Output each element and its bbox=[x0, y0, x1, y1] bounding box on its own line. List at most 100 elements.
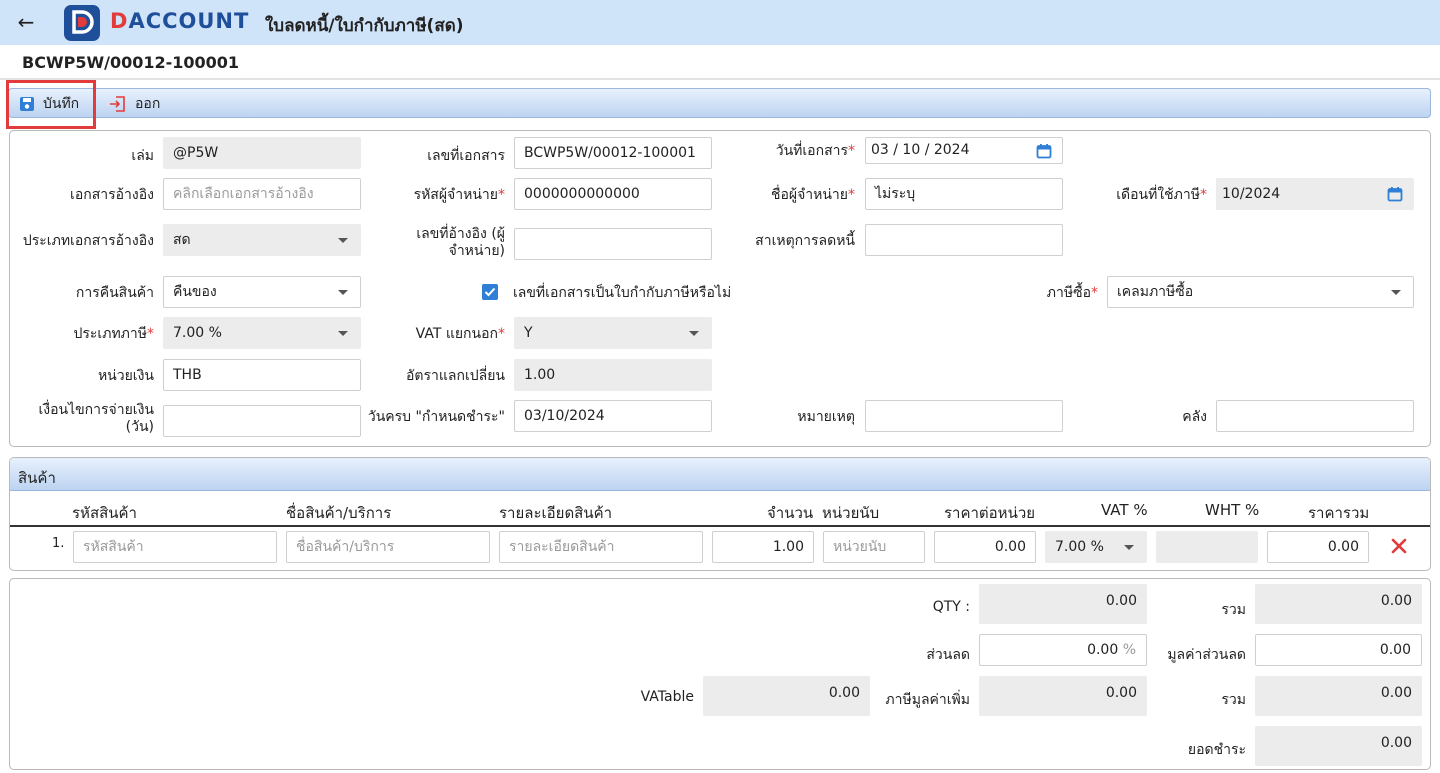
qty-total-field: 0.00 bbox=[979, 584, 1147, 624]
required-mark: * bbox=[1200, 187, 1207, 203]
subtotal-label: รวม bbox=[1221, 602, 1246, 618]
close-icon[interactable] bbox=[1391, 538, 1407, 554]
discount-value-label: มูลค่าส่วนลด bbox=[1167, 647, 1246, 663]
vendor-ref-no-field[interactable] bbox=[514, 228, 712, 260]
row-number: 1. bbox=[52, 536, 65, 551]
products-header: สินค้า bbox=[10, 458, 1430, 491]
vat-select[interactable]: 7.00 % bbox=[1045, 531, 1147, 563]
exchange-rate-field[interactable]: 1.00 bbox=[514, 359, 712, 391]
currency-label: หน่วยเงิน bbox=[97, 368, 154, 384]
column-header: หน่วยนับ bbox=[822, 504, 880, 522]
divider bbox=[0, 78, 1440, 80]
ref-type-value: สด bbox=[173, 232, 191, 248]
exit-icon bbox=[110, 96, 125, 112]
vat-separate-label: VAT แยกนอก* bbox=[350, 326, 505, 343]
logo bbox=[64, 5, 100, 41]
purchase-tax-select[interactable]: เคลมภาษีซื้อ bbox=[1107, 276, 1414, 308]
back-button[interactable]: ← bbox=[12, 10, 40, 36]
total-field: 0.00 bbox=[1255, 676, 1422, 716]
top-bar: ← DACCOUNT ใบลดหนี้/ใบกำกับภาษี(สด) bbox=[0, 0, 1440, 45]
product-name-input[interactable]: ชื่อสินค้า/บริการ bbox=[286, 531, 490, 563]
subtotal-field: 0.00 bbox=[1255, 584, 1422, 624]
doc-date-label: วันที่เอกสาร* bbox=[700, 143, 855, 160]
reduce-reason-field[interactable] bbox=[865, 224, 1063, 256]
save-highlight-frame bbox=[6, 80, 96, 129]
product-detail-input[interactable]: รายละเอียดสินค้า bbox=[499, 531, 703, 563]
header-divider bbox=[10, 525, 1430, 527]
required-mark: * bbox=[498, 326, 505, 342]
vendor-name-label: ชื่อผู้จำหน่าย* bbox=[700, 187, 855, 204]
warehouse-field[interactable] bbox=[1216, 400, 1414, 432]
document-form: เล่ม @P5W เลขที่เอกสาร BCWP5W/00012-1000… bbox=[9, 130, 1431, 447]
vat-select-value: 7.00 % bbox=[1055, 539, 1104, 555]
currency-field[interactable]: THB bbox=[163, 359, 361, 391]
ref-type-label: ประเภทเอกสารอ้างอิง bbox=[22, 233, 154, 249]
vendor-name-label-text: ชื่อผู้จำหน่าย bbox=[770, 187, 848, 203]
calendar-icon[interactable] bbox=[1387, 186, 1403, 202]
toolbar: บันทึก ออก bbox=[8, 88, 1431, 118]
logo-d-icon bbox=[72, 10, 94, 34]
return-goods-label: การคืนสินค้า bbox=[75, 285, 154, 301]
payment-terms-label: เงื่อนไขการจ่ายเงิน (วัน) bbox=[10, 402, 154, 436]
due-date-field[interactable]: 03/10/2024 bbox=[514, 400, 712, 432]
document-number-heading: BCWP5W/00012-100001 bbox=[22, 53, 240, 72]
tax-month-value: 10/2024 bbox=[1222, 186, 1281, 202]
ref-doc-field[interactable]: คลิกเลือกเอกสารอ้างอิง bbox=[163, 178, 361, 210]
product-code-input[interactable]: รหัสสินค้า bbox=[73, 531, 277, 563]
column-header: จำนวน bbox=[767, 504, 814, 522]
vat-amount-field: 0.00 bbox=[979, 676, 1147, 716]
purchase-tax-label: ภาษีซื้อ* bbox=[1010, 285, 1098, 302]
unit-price-input[interactable]: 0.00 bbox=[934, 531, 1036, 563]
remark-field[interactable] bbox=[865, 400, 1063, 432]
exchange-rate-label: อัตราแลกเปลี่ยน bbox=[406, 368, 505, 384]
total-label: รวม bbox=[1221, 692, 1246, 708]
line-total-input[interactable]: 0.00 bbox=[1267, 531, 1369, 563]
net-payment-field: 0.00 bbox=[1255, 726, 1422, 766]
tax-invoice-checkbox[interactable] bbox=[482, 284, 498, 300]
check-icon bbox=[484, 287, 496, 297]
doc-date-field[interactable]: 03 / 10 / 2024 bbox=[865, 137, 1063, 164]
vendor-ref-no-label: เลขที่อ้างอิง (ผู้ จำหน่าย) bbox=[370, 226, 505, 260]
discount-field[interactable]: 0.00 % bbox=[979, 634, 1147, 666]
products-section: สินค้า รหัสสินค้า ชื่อสินค้า/บริการ รายล… bbox=[9, 457, 1431, 571]
percent-unit: % bbox=[1122, 642, 1136, 658]
vendor-ref-no-label-line2: จำหน่าย) bbox=[448, 243, 505, 259]
vat-separate-select[interactable]: Y bbox=[514, 317, 712, 349]
brand-name-rest: ACCOUNT bbox=[128, 9, 250, 33]
discount-value-field[interactable]: 0.00 bbox=[1255, 634, 1422, 666]
vat-separate-value: Y bbox=[524, 325, 533, 341]
tax-type-label: ประเภทภาษี* bbox=[30, 326, 155, 343]
caret-down-icon bbox=[1391, 290, 1401, 295]
vendor-name-field[interactable]: ไม่ระบุ bbox=[865, 178, 1063, 210]
column-header: ราคาต่อหน่วย bbox=[944, 504, 1036, 522]
vatable-field: 0.00 bbox=[703, 676, 870, 716]
ref-type-select[interactable]: สด bbox=[163, 224, 361, 256]
doc-date-label-text: วันที่เอกสาร bbox=[775, 143, 848, 159]
brand-name-first: D bbox=[110, 9, 129, 33]
unit-input[interactable]: หน่วยนับ bbox=[823, 531, 925, 563]
column-header: รหัสสินค้า bbox=[72, 504, 137, 522]
caret-down-icon bbox=[338, 290, 348, 295]
column-header: รายละเอียดสินค้า bbox=[499, 504, 613, 522]
wht-input[interactable] bbox=[1156, 531, 1258, 563]
tax-month-field[interactable]: 10/2024 bbox=[1216, 178, 1414, 210]
column-header: WHT % bbox=[1205, 501, 1260, 519]
book-field[interactable]: @P5W bbox=[163, 137, 361, 169]
quantity-input[interactable]: 1.00 bbox=[712, 531, 814, 563]
column-header: ชื่อสินค้า/บริการ bbox=[286, 504, 392, 522]
calendar-icon[interactable] bbox=[1036, 143, 1052, 159]
discount-value: 0.00 bbox=[1087, 642, 1119, 658]
exit-button[interactable]: ออก bbox=[109, 92, 160, 116]
doc-no-field[interactable]: BCWP5W/00012-100001 bbox=[514, 137, 712, 169]
tax-type-value: 7.00 % bbox=[173, 325, 222, 341]
book-label: เล่ม bbox=[131, 148, 154, 164]
exit-button-label: ออก bbox=[135, 96, 161, 112]
tax-month-label: เดือนที่ใช้ภาษี* bbox=[1055, 187, 1207, 204]
ref-doc-label: เอกสารอ้างอิง bbox=[70, 187, 154, 203]
return-goods-select[interactable]: คืนของ bbox=[163, 276, 361, 308]
caret-down-icon bbox=[1124, 545, 1134, 550]
vendor-code-field[interactable]: 0000000000000 bbox=[514, 178, 712, 210]
tax-type-select[interactable]: 7.00 % bbox=[163, 317, 361, 349]
required-mark: * bbox=[848, 143, 855, 159]
vendor-ref-no-label-line1: เลขที่อ้างอิง (ผู้ bbox=[416, 226, 505, 242]
